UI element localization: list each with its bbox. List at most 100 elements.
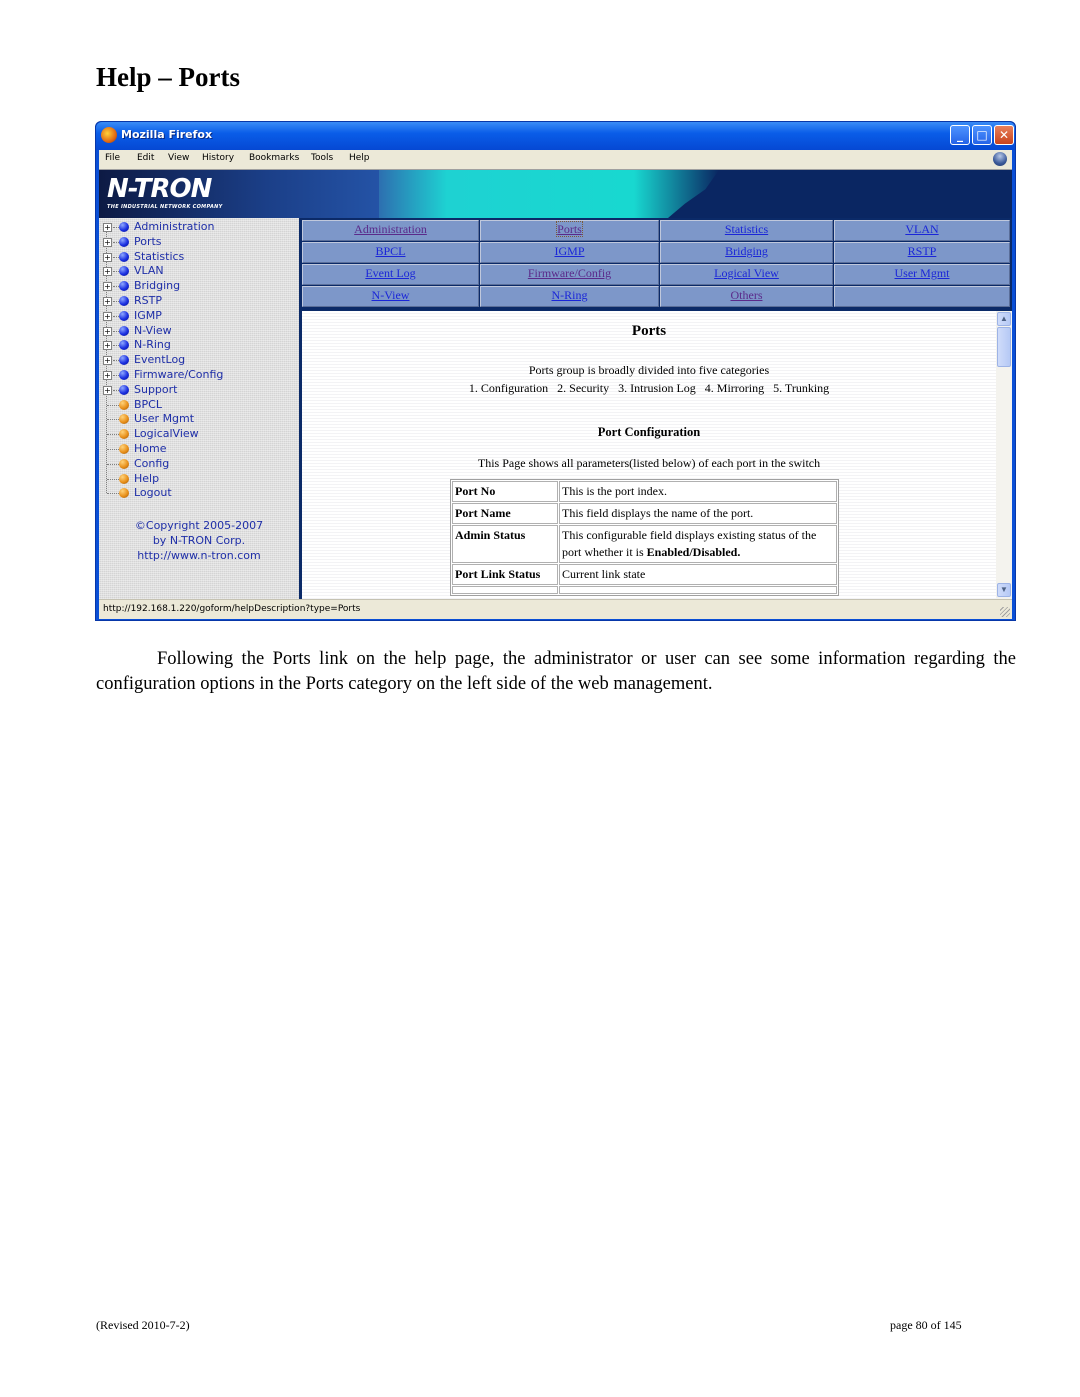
status-bar: http://192.168.1.220/goform/helpDescript…: [99, 599, 1012, 619]
sidebar-item-label[interactable]: EventLog: [134, 353, 185, 366]
nav-cell: IGMP: [480, 242, 659, 263]
sidebar-item-label[interactable]: BPCL: [134, 398, 162, 411]
nav-link-others[interactable]: Others: [731, 288, 763, 302]
scroll-down-button[interactable]: ▼: [997, 583, 1011, 597]
params-table: Port No This is the port index. Port Name T…: [450, 479, 839, 596]
body-paragraph: Following the Ports link on the help pag…: [96, 649, 1016, 694]
resize-grip[interactable]: [1000, 607, 1010, 617]
close-button[interactable]: ✕: [994, 125, 1014, 145]
expand-icon[interactable]: +: [103, 326, 112, 336]
sidebar-item-label[interactable]: N-Ring: [134, 338, 171, 351]
sidebar-item-label[interactable]: Help: [134, 472, 159, 485]
nav-link-bridging[interactable]: Bridging: [725, 244, 768, 258]
section-intro: This Page shows all parameters(listed be…: [477, 456, 821, 470]
sidebar-item-label[interactable]: Ports: [134, 235, 162, 248]
nav-link-statistics[interactable]: Statistics: [725, 222, 768, 236]
nav-link-vlan[interactable]: VLAN: [905, 222, 938, 236]
table-row: Port No This is the port index.: [452, 481, 837, 502]
expand-icon[interactable]: +: [103, 311, 112, 321]
nav-cell: Firmware/Config: [480, 264, 659, 285]
menu-edit[interactable]: Edit: [137, 153, 154, 163]
copyright-line: by N-TRON Corp.: [152, 534, 246, 547]
blue-bullet-icon: [119, 222, 129, 232]
nav-link-firmware-config[interactable]: Firmware/Config: [528, 266, 611, 280]
orange-bullet-icon: [119, 488, 129, 499]
nav-link-event-log[interactable]: Event Log: [365, 266, 415, 280]
sidebar-item-label[interactable]: VLAN: [134, 264, 164, 277]
orange-bullet-icon: [119, 444, 129, 454]
menu-bookmarks[interactable]: Bookmarks: [249, 153, 299, 163]
expand-icon[interactable]: +: [103, 267, 112, 277]
orange-bullet-icon: [119, 399, 129, 410]
expand-icon[interactable]: +: [103, 356, 112, 366]
sidebar-item-label[interactable]: RSTP: [134, 294, 162, 307]
expand-icon[interactable]: +: [103, 237, 112, 247]
scroll-thumb[interactable]: [997, 327, 1011, 367]
ntron-website-link[interactable]: http://www.n-tron.com: [99, 548, 299, 563]
blue-bullet-icon: [119, 251, 129, 262]
banner: N-TRON THE INDUSTRIAL NETWORK COMPANY: [99, 170, 1012, 218]
orange-bullet-icon: [119, 429, 129, 440]
sidebar-item-label[interactable]: IGMP: [134, 309, 162, 322]
nav-link-n-ring[interactable]: N-Ring: [552, 288, 588, 302]
banner-map-graphic: [379, 170, 719, 218]
param-name: Port Name: [452, 503, 558, 524]
nav-cell: Ports: [480, 220, 659, 241]
expand-icon[interactable]: +: [103, 385, 112, 395]
nav-grid: Administration Ports Statistics VLAN BPCL IGM…: [302, 220, 1012, 308]
title-bar: Mozilla Firefox _ □ ✕: [96, 122, 1015, 150]
sidebar-item-label[interactable]: Administration: [134, 220, 215, 233]
blue-bullet-icon: [119, 340, 129, 351]
nav-cell: Event Log: [302, 264, 479, 285]
throbber-icon: [993, 152, 1007, 166]
nav-link-administration[interactable]: Administration: [354, 222, 427, 236]
nav-cell-empty: [834, 286, 1010, 307]
ntron-logo[interactable]: N-TRON: [107, 176, 212, 202]
sidebar-item-label[interactable]: Firmware/Config: [134, 368, 223, 381]
blue-bullet-icon: [119, 384, 129, 395]
blue-bullet-icon: [119, 266, 129, 277]
nav-link-logical-view[interactable]: Logical View: [714, 266, 779, 280]
nav-link-ports[interactable]: Ports: [556, 221, 583, 237]
nav-link-n-view[interactable]: N-View: [372, 288, 410, 302]
expand-icon[interactable]: +: [103, 297, 112, 306]
window-title: Mozilla Firefox: [121, 128, 213, 141]
nav-link-bpcl[interactable]: BPCL: [375, 244, 405, 258]
sidebar-item-label[interactable]: User Mgmt: [134, 412, 194, 425]
help-categories: 1. Configuration 2. Security 3. Intrusio…: [468, 381, 830, 395]
sidebar-item-label[interactable]: Statistics: [134, 250, 184, 263]
sidebar-item-label[interactable]: N-View: [134, 324, 172, 337]
vertical-scrollbar[interactable]: ▲ ▼: [996, 311, 1012, 599]
sidebar-item-label[interactable]: Config: [134, 457, 169, 470]
help-intro: Ports group is broadly divided into five…: [528, 363, 770, 377]
nav-cell: BPCL: [302, 242, 479, 263]
blue-bullet-icon: [119, 355, 129, 366]
expand-icon[interactable]: +: [103, 252, 112, 262]
menu-history[interactable]: History: [202, 153, 234, 163]
nav-cell: RSTP: [834, 242, 1010, 263]
sidebar-item-label[interactable]: Bridging: [134, 279, 180, 292]
menu-view[interactable]: View: [168, 153, 189, 163]
help-pane: Ports Ports group is broadly divided int…: [302, 311, 996, 599]
menu-help[interactable]: Help: [349, 153, 370, 163]
nav-link-user-mgmt[interactable]: User Mgmt: [895, 266, 950, 280]
nav-link-rstp[interactable]: RSTP: [908, 244, 937, 258]
nav-link-igmp[interactable]: IGMP: [554, 244, 584, 258]
minimize-button[interactable]: _: [950, 125, 970, 145]
sidebar-item-label[interactable]: Home: [134, 442, 166, 455]
footer-revised: (Revised 2010-7-2): [96, 1318, 190, 1332]
nav-cell: Administration: [302, 220, 479, 241]
scroll-up-button[interactable]: ▲: [997, 312, 1011, 326]
param-name: Port No: [452, 481, 558, 502]
browser-window: Mozilla Firefox _ □ ✕ File Edit View His…: [95, 121, 1016, 621]
expand-icon[interactable]: +: [103, 371, 112, 380]
menu-tools[interactable]: Tools: [311, 153, 333, 163]
sidebar-item-label[interactable]: Logout: [134, 486, 172, 499]
maximize-button[interactable]: □: [972, 125, 992, 145]
expand-icon[interactable]: +: [103, 341, 112, 351]
sidebar-item-label[interactable]: LogicalView: [134, 427, 199, 440]
menu-file[interactable]: File: [105, 153, 120, 163]
expand-icon[interactable]: +: [103, 282, 112, 292]
sidebar-item-label[interactable]: Support: [134, 383, 177, 396]
expand-icon[interactable]: +: [103, 223, 112, 232]
